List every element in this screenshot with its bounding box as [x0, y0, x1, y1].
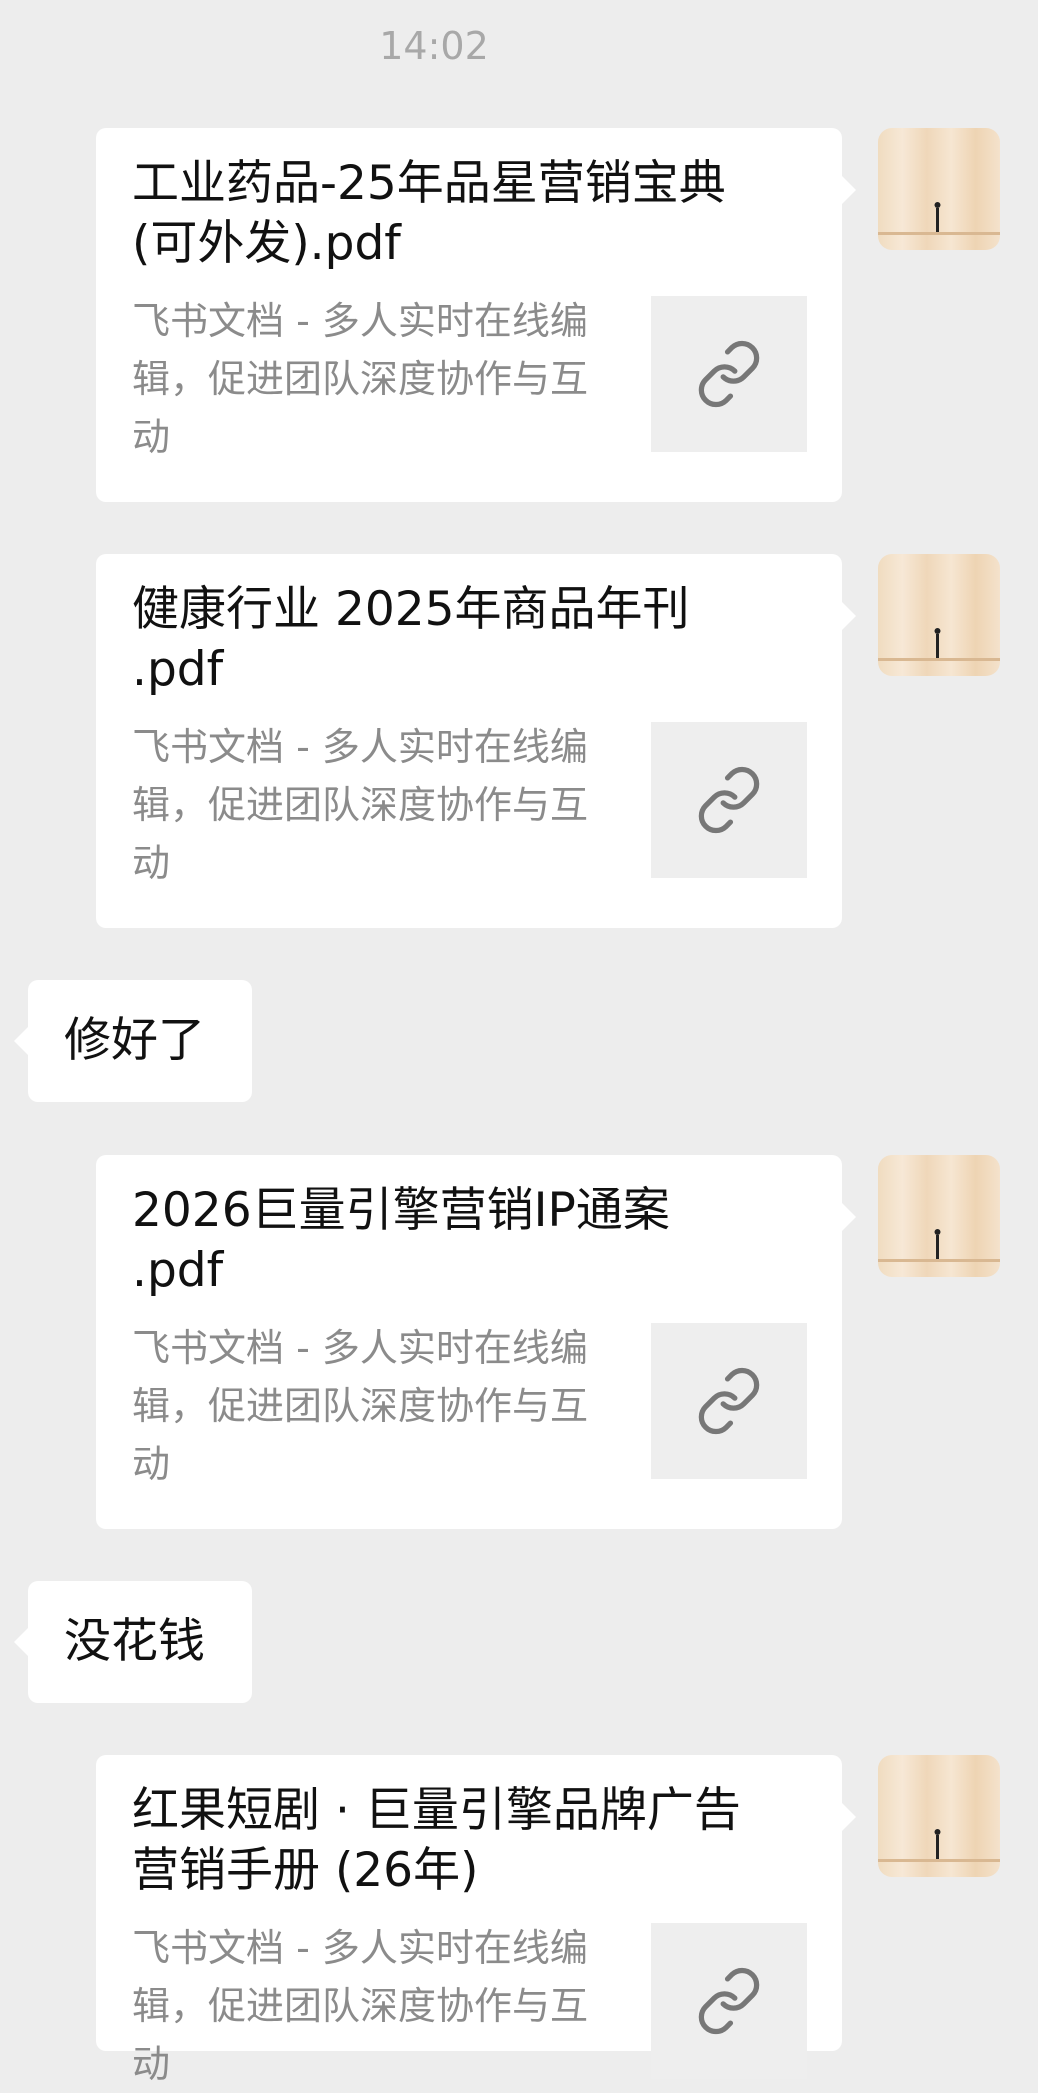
- card-description: 飞书文档 - 多人实时在线编辑，促进团队深度协作与互动: [132, 1326, 589, 1486]
- card-description: 飞书文档 - 多人实时在线编辑，促进团队深度协作与互动: [132, 1926, 589, 2086]
- avatar[interactable]: [878, 1155, 1000, 1277]
- card-thumbnail: [651, 722, 807, 878]
- link-icon: [698, 1967, 760, 2035]
- card-description: 飞书文档 - 多人实时在线编辑，促进团队深度协作与互动: [132, 299, 589, 459]
- link-icon: [698, 340, 760, 408]
- message-text: 没花钱: [64, 1614, 205, 1669]
- timestamp: 14:02: [379, 24, 489, 68]
- card-title: 2026巨量引擎营销IP通案 .pdf: [132, 1183, 670, 1298]
- link-icon: [698, 1367, 760, 1435]
- incoming-message[interactable]: 修好了: [14, 980, 252, 1102]
- card-thumbnail: [651, 1323, 807, 1479]
- card-thumbnail: [651, 1923, 807, 2079]
- avatar[interactable]: [878, 128, 1000, 250]
- link-card[interactable]: 2026巨量引擎营销IP通案 .pdf 飞书文档 - 多人实时在线编辑，促进团队…: [96, 1155, 856, 1529]
- link-card[interactable]: 健康行业 2025年商品年刊 .pdf 飞书文档 - 多人实时在线编辑，促进团队…: [96, 554, 856, 928]
- link-card[interactable]: 红果短剧 · 巨量引擎品牌广告 营销手册 (26年) 飞书文档 - 多人实时在线…: [96, 1755, 856, 2086]
- card-description: 飞书文档 - 多人实时在线编辑，促进团队深度协作与互动: [132, 725, 589, 885]
- link-icon: [698, 766, 760, 834]
- card-title: 健康行业 2025年商品年刊 .pdf: [132, 582, 690, 697]
- incoming-message[interactable]: 没花钱: [14, 1581, 252, 1703]
- card-title: 工业药品-25年品星营销宝典 (可外发).pdf: [132, 156, 726, 271]
- card-thumbnail: [651, 296, 807, 452]
- link-card[interactable]: 工业药品-25年品星营销宝典 (可外发).pdf 飞书文档 - 多人实时在线编辑…: [96, 128, 856, 502]
- avatar[interactable]: [878, 554, 1000, 676]
- message-text: 修好了: [64, 1013, 205, 1068]
- avatar[interactable]: [878, 1755, 1000, 1877]
- card-title: 红果短剧 · 巨量引擎品牌广告 营销手册 (26年): [132, 1783, 741, 1898]
